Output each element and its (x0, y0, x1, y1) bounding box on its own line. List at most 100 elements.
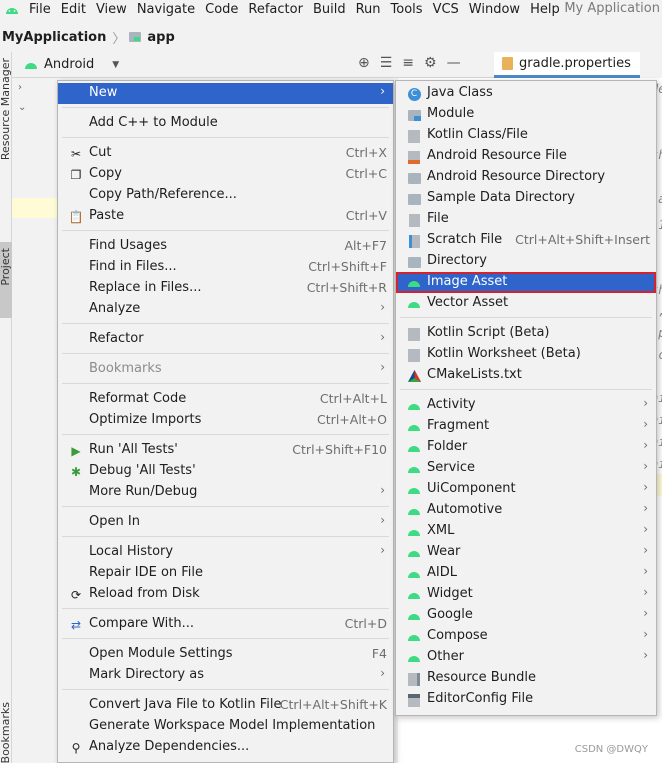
menu-item-repair-ide[interactable]: Repair IDE on File (58, 563, 393, 584)
menu-run[interactable]: Run (351, 0, 386, 20)
menu-shortcut: Ctrl+C (345, 166, 387, 181)
project-tab[interactable]: Project (0, 242, 12, 318)
submenu-item-directory[interactable]: Directory (396, 251, 656, 272)
menu-item-copy-path[interactable]: Copy Path/Reference... (58, 185, 393, 206)
menu-item-reformat-code[interactable]: Reformat Code Ctrl+Alt+L (58, 389, 393, 410)
submenu-item-other[interactable]: Other › (396, 647, 656, 668)
submenu-item-fragment[interactable]: Fragment › (396, 416, 656, 437)
menu-item-run-all-tests[interactable]: ▶ Run 'All Tests' Ctrl+Shift+F10 (58, 440, 393, 461)
submenu-item-aidl[interactable]: AIDL › (396, 563, 656, 584)
menu-item-reload-from-disk[interactable]: ⟳ Reload from Disk (58, 584, 393, 605)
bookmarks-tab[interactable]: Bookmarks (0, 702, 12, 763)
android-icon (406, 587, 422, 603)
menu-refactor[interactable]: Refactor (243, 0, 308, 20)
menu-shortcut: Ctrl+V (345, 208, 387, 223)
android-icon (406, 608, 422, 624)
submenu-item-compose[interactable]: Compose › (396, 626, 656, 647)
breadcrumb-module[interactable]: app (145, 30, 176, 45)
menu-help[interactable]: Help (525, 0, 565, 20)
menu-item-analyze[interactable]: Analyze › (58, 299, 393, 320)
expand-all-icon[interactable]: ☰ (380, 55, 393, 71)
menu-item-generate-workspace-model[interactable]: Generate Workspace Model Implementation (58, 716, 393, 737)
submenu-item-folder[interactable]: Folder › (396, 437, 656, 458)
menu-build[interactable]: Build (308, 0, 351, 20)
submenu-item-editorconfig-file[interactable]: EditorConfig File (396, 689, 656, 710)
menu-item-refactor[interactable]: Refactor › (58, 329, 393, 350)
menu-item-debug-all-tests[interactable]: ✱ Debug 'All Tests' (58, 461, 393, 482)
menu-item-find-in-files[interactable]: Find in Files... Ctrl+Shift+F (58, 257, 393, 278)
menu-divider (62, 434, 389, 435)
submenu-item-wear[interactable]: Wear › (396, 542, 656, 563)
menu-item-paste[interactable]: 📋 Paste Ctrl+V (58, 206, 393, 227)
submenu-item-google[interactable]: Google › (396, 605, 656, 626)
menu-vcs[interactable]: VCS (428, 0, 464, 20)
submenu-item-kotlin-worksheet[interactable]: Kotlin Worksheet (Beta) (396, 344, 656, 365)
submenu-item-vector-asset[interactable]: Vector Asset (396, 293, 656, 314)
minimize-icon[interactable]: — (447, 55, 461, 71)
menu-item-local-history[interactable]: Local History › (58, 542, 393, 563)
resource-manager-tab[interactable]: Resource Manager (0, 58, 12, 160)
menu-item-add-cpp[interactable]: Add C++ to Module (58, 113, 393, 134)
menu-item-label: Local History (89, 544, 174, 559)
menu-item-label: Kotlin Worksheet (Beta) (427, 346, 581, 361)
chevron-right-icon: › (643, 585, 648, 599)
submenu-item-cmakelists[interactable]: CMakeLists.txt (396, 365, 656, 386)
project-view-select[interactable]: Android ▼ (12, 57, 119, 72)
menu-item-more-run-debug[interactable]: More Run/Debug › (58, 482, 393, 503)
menu-item-label: Wear (427, 544, 461, 559)
submenu-item-kotlin-script[interactable]: Kotlin Script (Beta) (396, 323, 656, 344)
menu-file[interactable]: File (24, 0, 56, 20)
breadcrumb-project[interactable]: MyApplication (0, 30, 108, 45)
submenu-item-android-resource-file[interactable]: Android Resource File (396, 146, 656, 167)
menu-item-new[interactable]: New › (58, 83, 393, 104)
breadcrumb: MyApplication 〉 app (0, 24, 177, 50)
submenu-item-scratch-file[interactable]: Scratch File Ctrl+Alt+Shift+Insert (396, 230, 656, 251)
submenu-item-android-resource-directory[interactable]: Android Resource Directory (396, 167, 656, 188)
menu-item-cut[interactable]: ✂ Cut Ctrl+X (58, 143, 393, 164)
chevron-down-icon[interactable]: ⌄ (18, 102, 26, 113)
submenu-item-sample-data-directory[interactable]: Sample Data Directory (396, 188, 656, 209)
gear-icon[interactable]: ⚙ (424, 55, 437, 71)
menu-item-convert-to-kotlin[interactable]: Convert Java File to Kotlin File Ctrl+Al… (58, 695, 393, 716)
chevron-right-icon[interactable]: › (18, 82, 22, 93)
menu-item-label: Module (427, 106, 475, 121)
submenu-item-image-asset[interactable]: Image Asset (396, 272, 656, 293)
menu-code[interactable]: Code (200, 0, 243, 20)
menu-window[interactable]: Window (464, 0, 525, 20)
submenu-item-service[interactable]: Service › (396, 458, 656, 479)
submenu-item-automotive[interactable]: Automotive › (396, 500, 656, 521)
submenu-item-activity[interactable]: Activity › (396, 395, 656, 416)
chevron-right-icon: › (380, 360, 385, 374)
android-icon (406, 650, 422, 666)
android-icon (406, 629, 422, 645)
collapse-all-icon[interactable]: ≡ (402, 55, 414, 71)
submenu-item-resource-bundle[interactable]: Resource Bundle (396, 668, 656, 689)
submenu-item-kotlin-class[interactable]: Kotlin Class/File (396, 125, 656, 146)
locate-icon[interactable]: ⊕ (358, 55, 370, 71)
menu-item-mark-directory-as[interactable]: Mark Directory as › (58, 665, 393, 686)
menu-item-compare-with[interactable]: ⇄ Compare With... Ctrl+D (58, 614, 393, 635)
android-icon (406, 398, 422, 414)
menu-item-analyze-dependencies[interactable]: ⚲ Analyze Dependencies... (58, 737, 393, 758)
android-icon (406, 482, 422, 498)
menu-item-replace-in-files[interactable]: Replace in Files... Ctrl+Shift+R (58, 278, 393, 299)
menu-item-label: More Run/Debug (89, 484, 198, 499)
menu-item-optimize-imports[interactable]: Optimize Imports Ctrl+Alt+O (58, 410, 393, 431)
editor-tab-gradle-properties[interactable]: gradle.properties (494, 52, 640, 78)
submenu-item-java-class[interactable]: C Java Class (396, 83, 656, 104)
menu-edit[interactable]: Edit (56, 0, 91, 20)
menu-view[interactable]: View (91, 0, 132, 20)
submenu-item-widget[interactable]: Widget › (396, 584, 656, 605)
menu-navigate[interactable]: Navigate (132, 0, 200, 20)
menu-item-open-module-settings[interactable]: Open Module Settings F4 (58, 644, 393, 665)
menu-divider (62, 323, 389, 324)
submenu-item-file[interactable]: File (396, 209, 656, 230)
submenu-item-module[interactable]: Module (396, 104, 656, 125)
submenu-item-uicomponent[interactable]: UiComponent › (396, 479, 656, 500)
editorconfig-icon (406, 692, 422, 708)
menu-tools[interactable]: Tools (386, 0, 428, 20)
submenu-item-xml[interactable]: XML › (396, 521, 656, 542)
menu-item-find-usages[interactable]: Find Usages Alt+F7 (58, 236, 393, 257)
menu-item-copy[interactable]: ❐ Copy Ctrl+C (58, 164, 393, 185)
menu-item-open-in[interactable]: Open In › (58, 512, 393, 533)
